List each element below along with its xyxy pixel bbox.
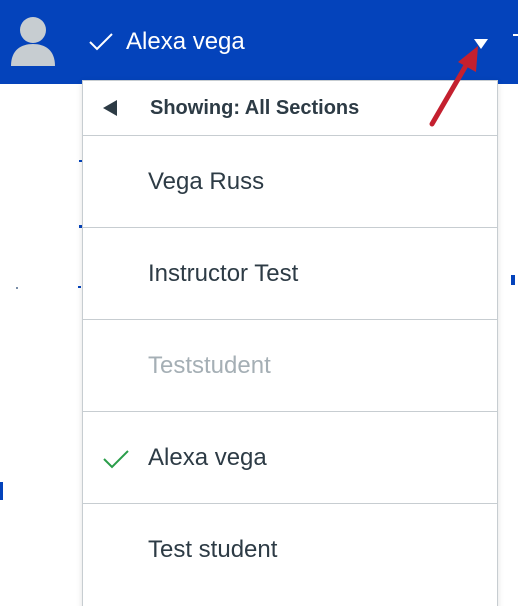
menu-item-test-student[interactable]: Test student	[83, 504, 497, 595]
selected-student-name[interactable]: Alexa vega	[126, 26, 245, 58]
student-header-bar: Alexa vega	[0, 0, 518, 84]
menu-item-label: Test student	[148, 536, 278, 563]
section-filter-label: Showing: All Sections	[150, 97, 360, 119]
menu-item-label: Vega Russ	[148, 168, 265, 195]
background-fragment	[78, 286, 81, 288]
user-avatar-icon	[9, 14, 57, 66]
menu-item-vega-russ[interactable]: Vega Russ	[83, 136, 497, 228]
back-arrow-icon[interactable]	[103, 100, 117, 116]
background-fragment	[16, 287, 18, 289]
checkmark-icon	[89, 33, 113, 51]
background-fragment	[511, 275, 515, 285]
menu-item-label: Alexa vega	[148, 444, 267, 471]
header-edge-fragment	[513, 34, 518, 36]
student-selector-menu: Showing: All Sections Vega Russ Instruct…	[82, 80, 498, 606]
menu-item-instructor-test[interactable]: Instructor Test	[83, 228, 497, 320]
menu-item-teststudent: Teststudent	[83, 320, 497, 412]
selected-checkmark-icon	[103, 449, 129, 469]
menu-item-label: Teststudent	[148, 352, 271, 379]
page: Alexa vega Showing: All Sections Vega Ru…	[0, 0, 518, 606]
background-fragment	[0, 482, 3, 500]
caret-down-icon[interactable]	[474, 36, 488, 49]
menu-item-label: Instructor Test	[148, 260, 299, 287]
menu-item-alexa-vega[interactable]: Alexa vega	[83, 412, 497, 504]
section-filter-header[interactable]: Showing: All Sections	[83, 81, 497, 136]
